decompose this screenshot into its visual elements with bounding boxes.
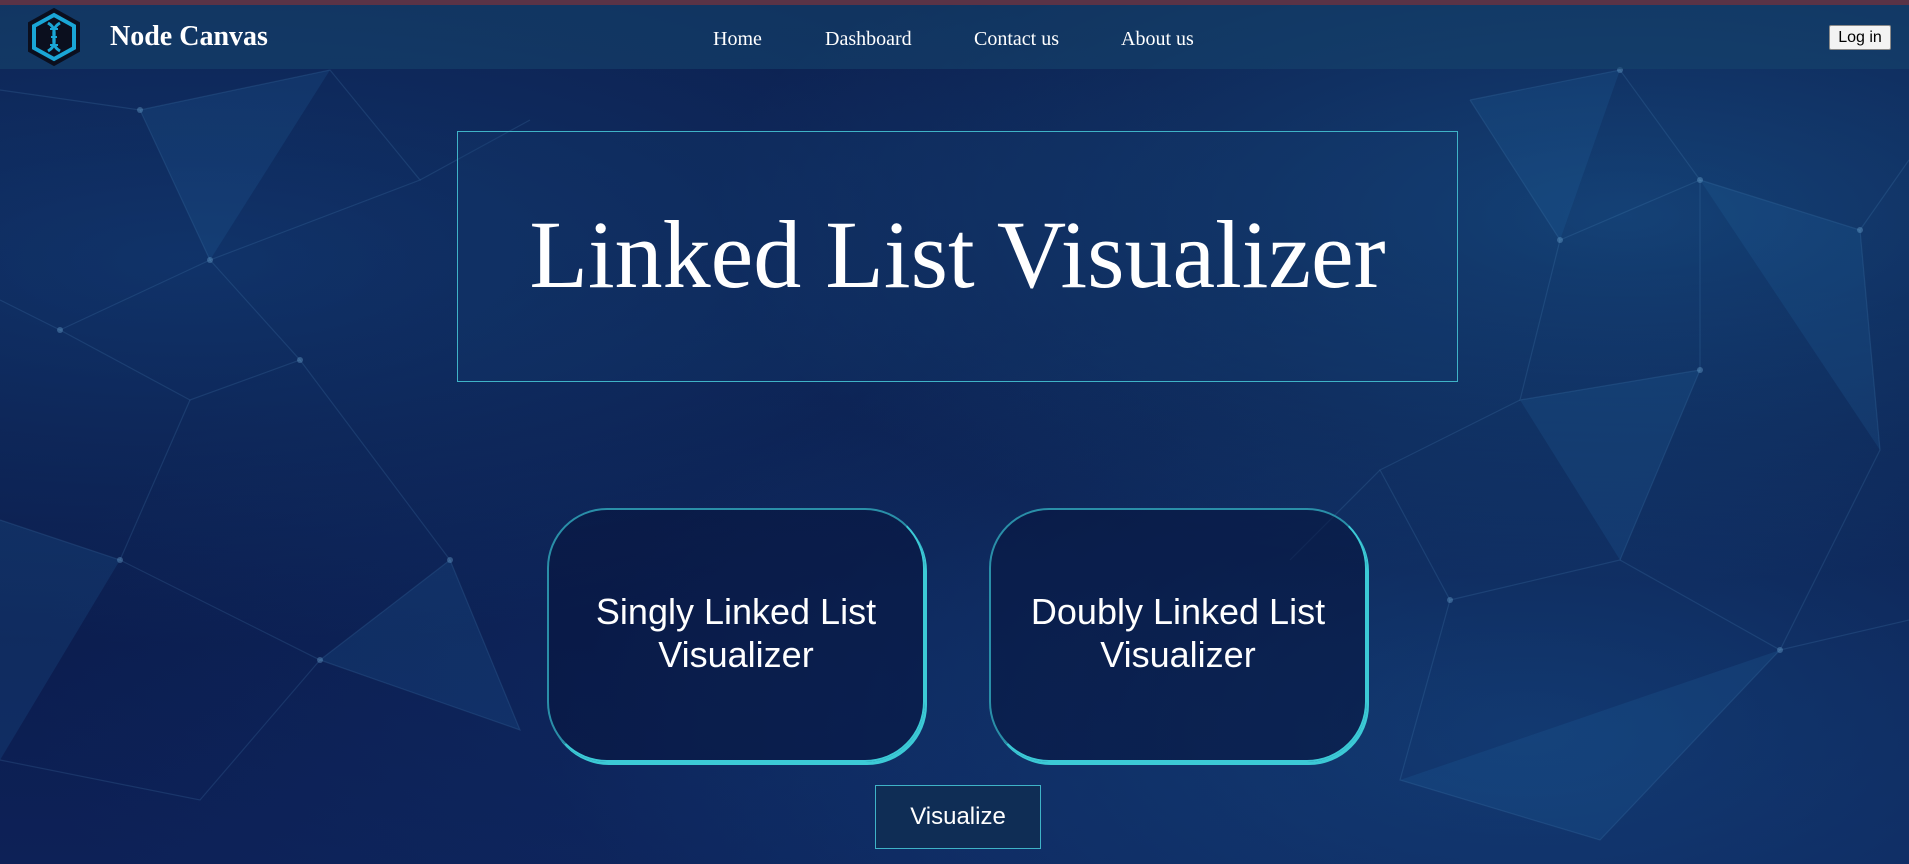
- background-network-pattern: [0, 0, 1909, 864]
- visualize-button[interactable]: Visualize: [875, 785, 1041, 849]
- hero-title-box: Linked List Visualizer: [457, 131, 1458, 382]
- doubly-linked-list-card[interactable]: Doubly Linked List Visualizer: [989, 508, 1367, 762]
- card-label-line1: Singly Linked List: [595, 591, 877, 632]
- page-title: Linked List Visualizer: [529, 201, 1386, 308]
- card-label: Singly Linked List Visualizer: [549, 590, 923, 676]
- nav-link-home[interactable]: Home: [713, 25, 762, 53]
- nav-link-about-us[interactable]: About us: [1121, 25, 1194, 53]
- nav-link-dashboard[interactable]: Dashboard: [825, 25, 912, 53]
- singly-linked-list-card[interactable]: Singly Linked List Visualizer: [547, 508, 925, 762]
- card-label-line2: Visualizer: [658, 634, 814, 675]
- nav-link-contact-us[interactable]: Contact us: [974, 25, 1059, 53]
- login-button[interactable]: Log in: [1829, 25, 1891, 50]
- card-label-line1: Doubly Linked List: [1030, 591, 1326, 632]
- window-top-strip: [0, 0, 1909, 5]
- card-label-line2: Visualizer: [1100, 634, 1256, 675]
- navbar: Node Canvas Home Dashboard Contact us Ab…: [0, 5, 1909, 69]
- nav-links: Home Dashboard Contact us About us: [0, 25, 1909, 53]
- network-lines-graphic: [0, 67, 1909, 841]
- card-label: Doubly Linked List Visualizer: [991, 590, 1365, 676]
